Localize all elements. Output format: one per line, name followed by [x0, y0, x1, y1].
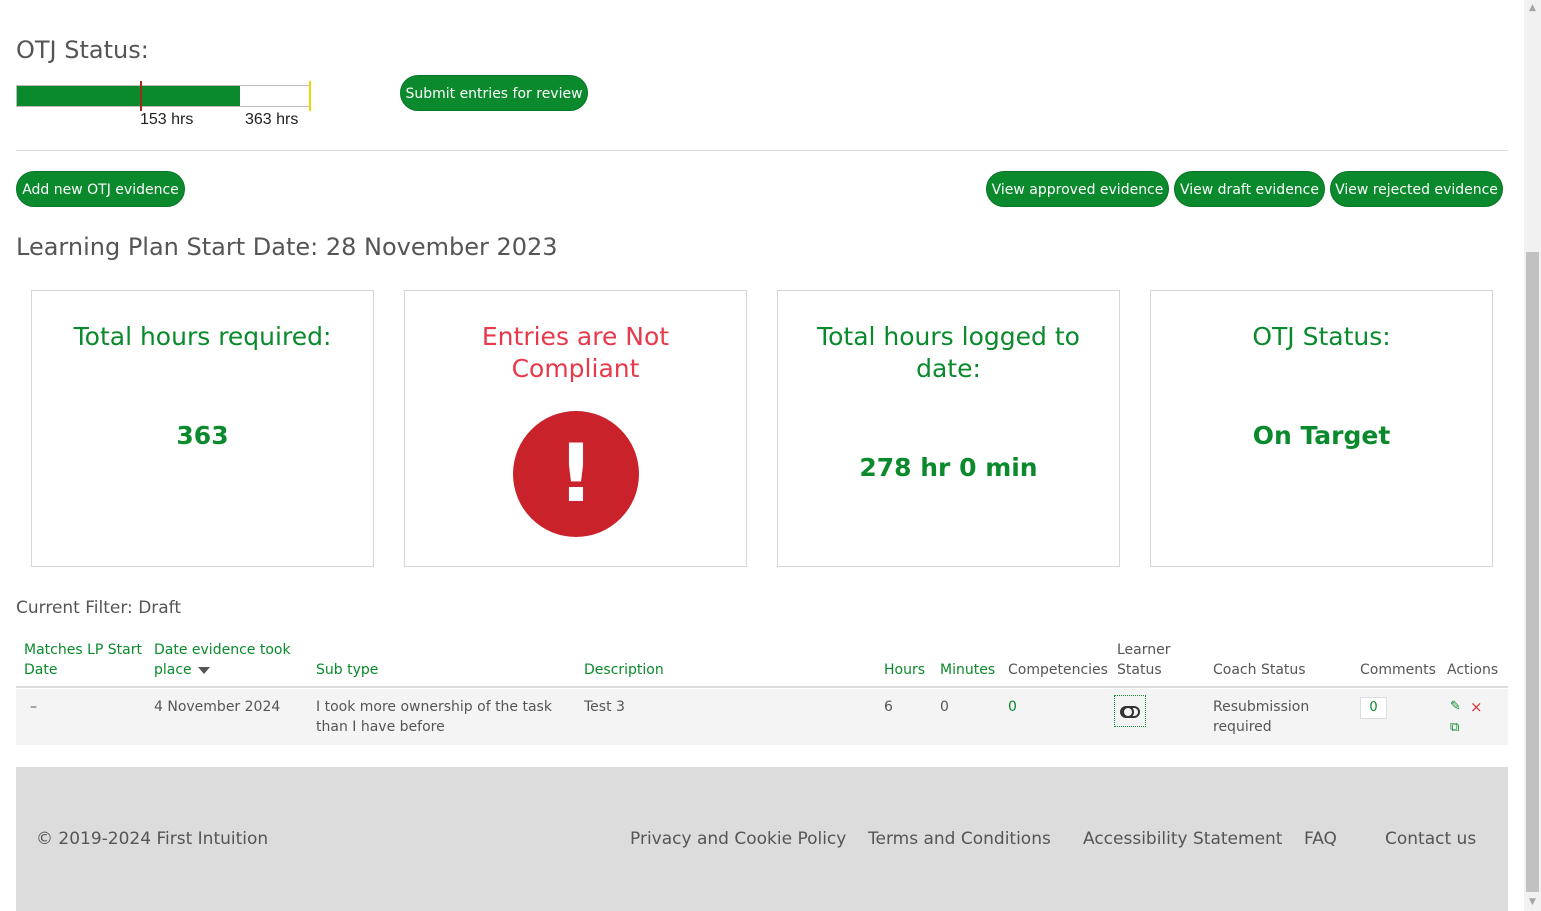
header-date-label: Date evidence took place — [154, 642, 291, 678]
card-value: On Target — [1252, 421, 1391, 450]
footer-link-accessibility[interactable]: Accessibility Statement — [1083, 829, 1282, 849]
sort-desc-icon — [197, 666, 210, 674]
header-hours[interactable]: Hours — [884, 660, 925, 680]
otj-progress-bar — [16, 81, 311, 111]
header-date-evidence[interactable]: Date evidence took place — [154, 640, 294, 680]
comments-count-button[interactable]: 0 — [1360, 697, 1387, 719]
footer-link-privacy[interactable]: Privacy and Cookie Policy — [630, 829, 846, 849]
header-matches-lp-start-date[interactable]: Matches LP Start Date — [24, 640, 144, 680]
otj-target-marker — [140, 81, 142, 111]
card-value: 278 hr 0 min — [859, 453, 1038, 482]
add-otj-evidence-button[interactable]: Add new OTJ evidence — [16, 171, 185, 207]
delete-icon[interactable]: × — [1470, 700, 1483, 715]
divider — [16, 150, 1508, 151]
card-title: Entries are Not Compliant — [481, 322, 670, 383]
cell-minutes: 0 — [940, 699, 949, 715]
vertical-scrollbar[interactable]: ▲ ▼ — [1524, 0, 1541, 911]
otj-status-title: OTJ Status: — [16, 36, 149, 64]
header-learner-status: Learner Status — [1117, 642, 1171, 678]
card-otj-status: OTJ Status: On Target — [1150, 290, 1493, 567]
card-title: Total hours logged to date: — [817, 322, 1080, 383]
header-competencies: Competencies — [1008, 662, 1108, 678]
footer-link-terms[interactable]: Terms and Conditions — [868, 829, 1051, 849]
scroll-up-icon[interactable]: ▲ — [1524, 0, 1541, 17]
cell-competencies-link[interactable]: 0 — [1008, 697, 1017, 717]
otj-logged-hours-label: 153 hrs — [140, 111, 194, 128]
cell-matches: – — [30, 699, 37, 715]
footer-link-faq[interactable]: FAQ — [1304, 829, 1337, 849]
cell-hours: 6 — [884, 699, 893, 715]
table-header: Matches LP Start Date Date evidence took… — [16, 638, 1508, 688]
current-filter-label: Current Filter: Draft — [16, 598, 182, 618]
exclamation-circle-icon: ! — [513, 411, 639, 537]
toggle-icon — [1120, 706, 1140, 718]
cell-description: Test 3 — [584, 699, 625, 715]
learner-status-toggle[interactable] — [1114, 695, 1146, 727]
footer: © 2019-2024 First Intuition Privacy and … — [16, 767, 1508, 911]
cell-date: 4 November 2024 — [154, 699, 281, 715]
header-comments: Comments — [1360, 662, 1436, 678]
card-value: 363 — [176, 421, 229, 450]
card-title: Total hours required: — [73, 322, 332, 351]
otj-end-marker — [309, 81, 311, 111]
cell-coach-status: Resubmission required — [1213, 699, 1310, 735]
view-draft-evidence-button[interactable]: View draft evidence — [1174, 171, 1325, 207]
learning-plan-start-date: Learning Plan Start Date: 28 November 20… — [16, 233, 558, 261]
header-coach-status: Coach Status — [1213, 662, 1306, 678]
view-rejected-evidence-button[interactable]: View rejected evidence — [1330, 171, 1503, 207]
card-total-hours-logged: Total hours logged to date: 278 hr 0 min — [777, 290, 1120, 567]
card-total-hours-required: Total hours required: 363 — [31, 290, 374, 567]
header-description[interactable]: Description — [584, 660, 664, 680]
otj-required-hours-label: 363 hrs — [245, 111, 299, 128]
footer-copyright: © 2019-2024 First Intuition — [36, 829, 269, 849]
card-title: OTJ Status: — [1252, 322, 1391, 351]
page: OTJ Status: 153 hrs 363 hrs Submit entri… — [0, 0, 1524, 911]
table-row: – 4 November 2024 I took more ownership … — [16, 689, 1508, 745]
edit-icon[interactable]: ✎ — [1450, 700, 1461, 714]
cell-sub-type: I took more ownership of the task than I… — [316, 699, 552, 735]
header-actions: Actions — [1447, 662, 1499, 678]
header-minutes[interactable]: Minutes — [940, 660, 995, 680]
card-compliance: Entries are Not Compliant ! — [404, 290, 747, 567]
otj-progress-fill — [17, 86, 240, 106]
copy-icon[interactable]: ⧉ — [1450, 721, 1459, 735]
scrollbar-thumb[interactable] — [1526, 252, 1539, 892]
submit-entries-button[interactable]: Submit entries for review — [400, 75, 588, 111]
header-sub-type[interactable]: Sub type — [316, 660, 378, 680]
footer-link-contact[interactable]: Contact us — [1385, 829, 1476, 849]
view-approved-evidence-button[interactable]: View approved evidence — [986, 171, 1169, 207]
scroll-down-icon[interactable]: ▼ — [1524, 894, 1541, 911]
